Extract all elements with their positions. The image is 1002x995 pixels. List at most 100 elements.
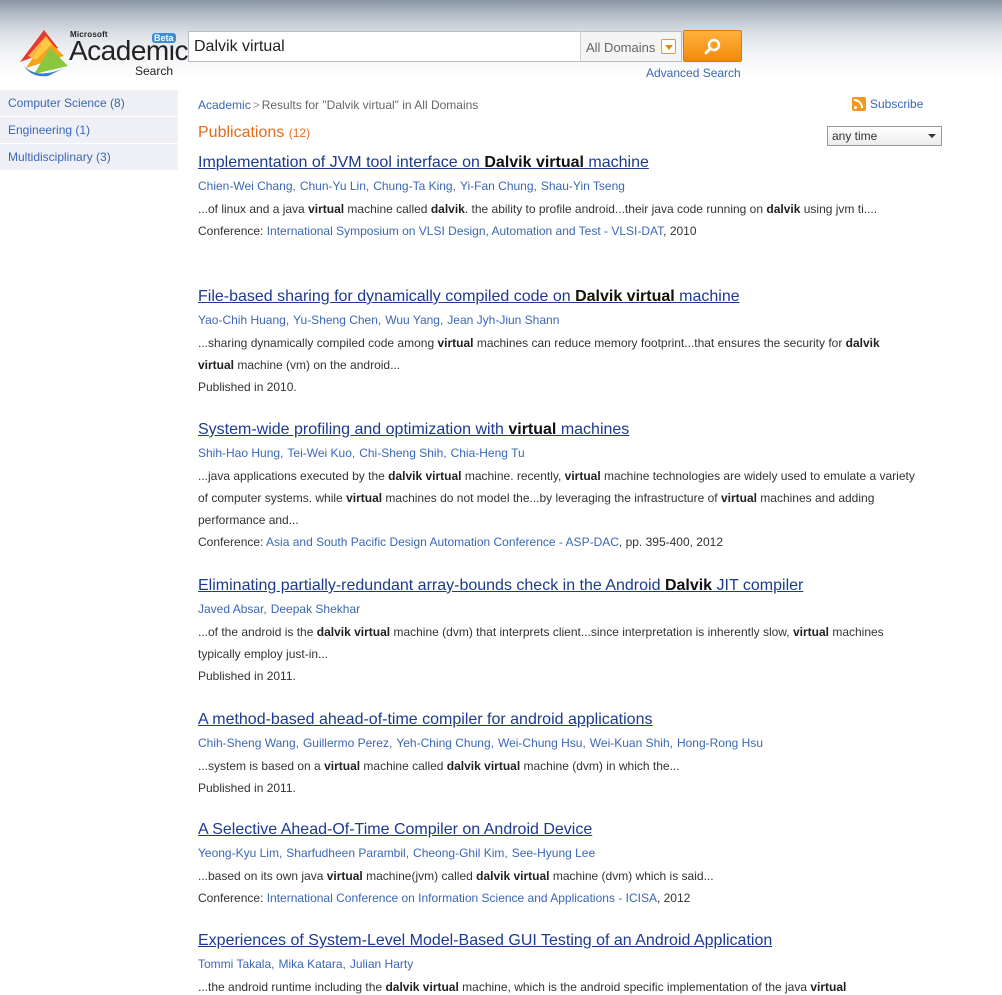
venue-prefix: Conference:: [198, 224, 267, 238]
result-title-link[interactable]: File-based sharing for dynamically compi…: [198, 288, 928, 306]
author-link[interactable]: Chia-Heng Tu: [451, 446, 525, 460]
result-item: A Selective Ahead-Of-Time Compiler on An…: [198, 821, 928, 909]
subscribe-link[interactable]: Subscribe: [852, 97, 923, 111]
venue-prefix: Published in 2011.: [198, 781, 296, 795]
breadcrumb-separator: >: [252, 98, 260, 112]
result-venue: Published in 2011.: [198, 665, 928, 687]
result-venue: Conference: International Conference on …: [198, 887, 928, 909]
result-authors: Yao-Chih Huang, Yu-Sheng Chen, Wuu Yang, Je…: [198, 312, 928, 328]
author-link[interactable]: Shau-Yin Tseng: [541, 179, 625, 193]
highlight-term: Dalvik virtual: [484, 154, 584, 171]
author-link[interactable]: Guillermo Perez,: [303, 736, 392, 750]
author-link[interactable]: Deepak Shekhar: [271, 602, 360, 616]
author-link[interactable]: Wuu Yang,: [385, 313, 443, 327]
publications-count: (12): [288, 126, 311, 140]
result-item: Experiences of System-Level Model-Based …: [198, 932, 928, 995]
breadcrumb-current: Results for "Dalvik virtual" in All Doma…: [261, 98, 479, 112]
author-link[interactable]: Hong-Rong Hsu: [677, 736, 763, 750]
highlight-term: dalvik virtual: [476, 869, 550, 883]
result-title-link[interactable]: Implementation of JVM tool interface on …: [198, 154, 928, 172]
beta-badge: Beta: [152, 33, 176, 43]
academic-search-logo[interactable]: Microsoft Academic Search Beta: [18, 24, 188, 80]
search-button[interactable]: [683, 30, 742, 62]
chevron-down-icon[interactable]: [661, 39, 676, 54]
sidebar-item-multidisciplinary[interactable]: Multidisciplinary (3): [0, 144, 178, 171]
result-title-link[interactable]: Experiences of System-Level Model-Based …: [198, 932, 928, 950]
venue-prefix: Published in 2011.: [198, 669, 296, 683]
result-authors: Tommi Takala, Mika Katara, Julian Harty: [198, 956, 928, 972]
domain-select[interactable]: All Domains: [580, 31, 682, 62]
author-link[interactable]: Yeh-Ching Chung,: [396, 736, 494, 750]
search-input[interactable]: Dalvik virtual: [188, 31, 582, 62]
author-link[interactable]: Wei-Kuan Shih,: [590, 736, 673, 750]
result-venue: Conference: International Symposium on V…: [198, 220, 928, 242]
author-link[interactable]: Julian Harty: [350, 957, 413, 971]
snippet-text: ...of linux and a java: [198, 202, 309, 216]
snippet-text: machine(jvm) called: [362, 869, 477, 883]
venue-suffix: , pp. 395-400, 2012: [618, 535, 723, 549]
result-title-link[interactable]: System-wide profiling and optimization w…: [198, 421, 928, 439]
publications-label: Publications: [198, 124, 285, 141]
result-authors: Shih-Hao Hung, Tei-Wei Kuo, Chi-Sheng Shih…: [198, 445, 928, 461]
author-link[interactable]: Chi-Sheng Shih,: [359, 446, 446, 460]
author-link[interactable]: Tommi Takala,: [198, 957, 274, 971]
snippet-text: machine (dvm) which is said...: [549, 869, 714, 883]
publications-heading: Publications (12): [198, 124, 310, 142]
snippet-text: ...of the android is the: [198, 625, 317, 639]
title-text: A Selective Ahead-Of-Time Compiler on An…: [198, 821, 593, 838]
time-filter-select[interactable]: any time: [827, 126, 942, 146]
highlight-term: virtual: [564, 469, 601, 483]
breadcrumb-home[interactable]: Academic: [198, 98, 251, 112]
snippet-text: machine. recently,: [461, 469, 565, 483]
domain-select-value: All Domains: [586, 40, 656, 55]
snippet-text: ...the android runtime including the: [198, 980, 386, 994]
author-link[interactable]: Yu-Sheng Chen,: [293, 313, 381, 327]
result-title-link[interactable]: Eliminating partially-redundant array-bo…: [198, 577, 928, 595]
author-link[interactable]: Jean Jyh-Jiun Shann: [447, 313, 559, 327]
result-item: Eliminating partially-redundant array-bo…: [198, 577, 928, 687]
snippet-text: machine, which is the android specific i…: [458, 980, 811, 994]
result-item: A method-based ahead-of-time compiler fo…: [198, 711, 928, 799]
author-link[interactable]: Cheong-Ghil Kim,: [413, 846, 508, 860]
author-link[interactable]: Chih-Sheng Wang,: [198, 736, 299, 750]
author-link[interactable]: Yeong-Kyu Lim,: [198, 846, 282, 860]
result-snippet: ...based on its own java virtual machine…: [198, 865, 918, 887]
venue-link[interactable]: International Symposium on VLSI Design, …: [267, 224, 663, 238]
result-title-link[interactable]: A Selective Ahead-Of-Time Compiler on An…: [198, 821, 928, 839]
author-link[interactable]: Chun-Yu Lin,: [300, 179, 369, 193]
result-title-link[interactable]: A method-based ahead-of-time compiler fo…: [198, 711, 928, 729]
venue-link[interactable]: International Conference on Information …: [267, 891, 657, 905]
author-link[interactable]: Chien-Wei Chang,: [198, 179, 296, 193]
author-link[interactable]: See-Hyung Lee: [512, 846, 595, 860]
highlight-term: dalvik virtual: [446, 759, 521, 773]
snippet-text: ...system is based on a: [198, 759, 325, 773]
author-link[interactable]: Chung-Ta King,: [373, 179, 456, 193]
snippet-text: machine called: [344, 202, 431, 216]
author-link[interactable]: Tei-Wei Kuo,: [287, 446, 355, 460]
author-link[interactable]: Mika Katara,: [278, 957, 345, 971]
venue-prefix: Conference:: [198, 535, 267, 549]
sidebar-item-engineering[interactable]: Engineering (1): [0, 117, 178, 144]
author-link[interactable]: Javed Absar,: [198, 602, 267, 616]
venue-link[interactable]: Asia and South Pacific Design Automation…: [266, 535, 619, 549]
advanced-search-link[interactable]: Advanced Search: [646, 66, 741, 80]
snippet-text: machine (dvm) that interprets client...s…: [390, 625, 793, 639]
highlight-term: dalvik: [430, 202, 465, 216]
domain-facets: Computer Science (8) Engineering (1) Mul…: [0, 90, 178, 171]
title-text: System-wide profiling and optimization w…: [198, 421, 509, 438]
highlight-term: virtual: [792, 625, 829, 639]
result-venue: Conference: Asia and South Pacific Desig…: [198, 531, 928, 553]
author-link[interactable]: Shih-Hao Hung,: [198, 446, 283, 460]
result-authors: Chih-Sheng Wang, Guillermo Perez, Yeh-Chin…: [198, 735, 928, 751]
sidebar-item-computer-science[interactable]: Computer Science (8): [0, 90, 178, 117]
author-link[interactable]: Yi-Fan Chung,: [460, 179, 537, 193]
author-link[interactable]: Wei-Chung Hsu,: [498, 736, 586, 750]
snippet-text: machine (dvm) in which the...: [520, 759, 680, 773]
highlight-term: dalvik: [766, 202, 801, 216]
author-link[interactable]: Sharfudheen Parambil,: [286, 846, 409, 860]
venue-suffix: , 2010: [663, 224, 697, 238]
title-text: Eliminating partially-redundant array-bo…: [198, 577, 665, 594]
highlight-term: virtual: [324, 759, 361, 773]
snippet-text: ...based on its own java: [198, 869, 327, 883]
author-link[interactable]: Yao-Chih Huang,: [198, 313, 289, 327]
